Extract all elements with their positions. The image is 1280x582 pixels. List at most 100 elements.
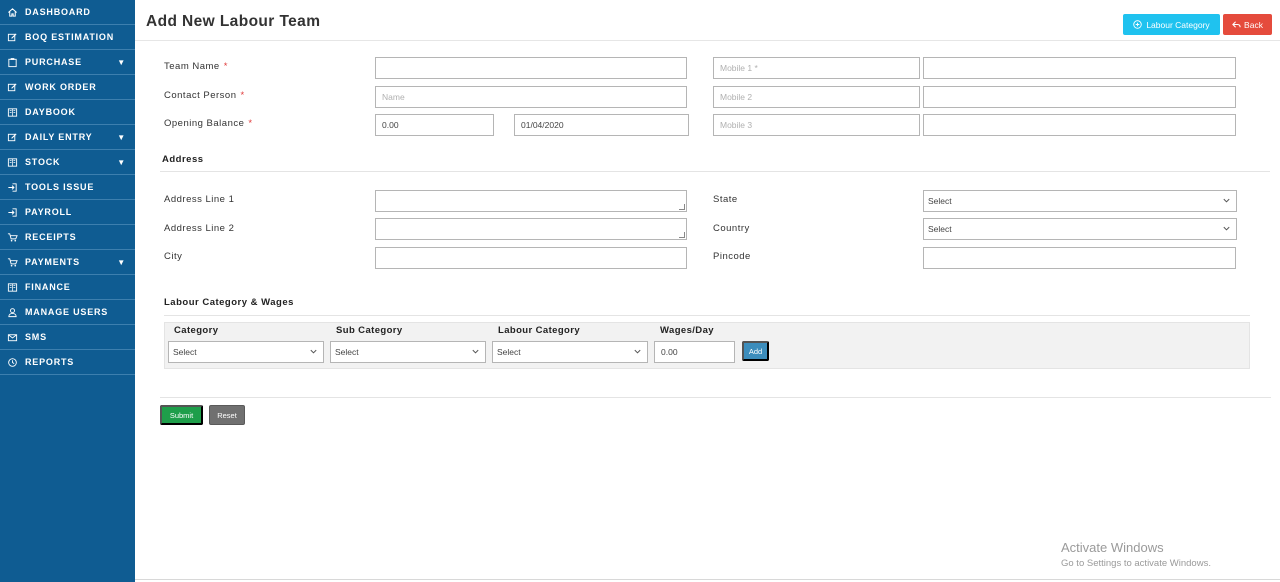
labour-category-button-label: Labour Category [1146,19,1210,30]
sidebar-item-label: SMS [25,332,47,342]
mobile3-input[interactable]: Mobile 3 [713,114,920,136]
sidebar-item-purchase[interactable]: PURCHASE ▼ [0,50,135,75]
state-select[interactable]: Select [923,190,1237,212]
contact-person-input[interactable]: Name [375,86,687,108]
wages-per-day-header: Wages/Day [660,325,714,336]
address-divider [160,171,1270,172]
edit-icon [6,31,18,43]
sidebar-item-label: DAILY ENTRY [25,132,93,142]
chevron-down-icon [1223,198,1230,203]
city-input[interactable] [375,247,687,269]
sidebar-item-label: RECEIPTS [25,232,77,242]
home-icon [6,6,18,18]
sidebar-item-label: WORK ORDER [25,82,97,92]
sidebar-item-label: PAYROLL [25,207,73,217]
sidebar-item-label: TOOLS ISSUE [25,182,95,192]
back-button-label: Back [1244,19,1263,30]
country-select-value: Select [928,224,952,234]
activate-windows-subtitle: Go to Settings to activate Windows. [1061,558,1211,569]
sidebar-item-label: FINANCE [25,282,71,292]
sidebar-item-label: DASHBOARD [25,7,91,17]
clipboard-icon [6,56,18,68]
chevron-down-icon [1223,226,1230,231]
envelope-icon [6,331,18,343]
labour-category-button[interactable]: Labour Category [1123,14,1220,35]
category-select-value: Select [173,347,197,357]
address-section-title: Address [162,154,204,165]
sidebar-item-finance[interactable]: FINANCE [0,275,135,300]
team-name-label: Team Name * [164,61,228,72]
sidebar-item-boq-estimation[interactable]: BOQ ESTIMATION [0,25,135,50]
mobile2-extra-input[interactable] [923,86,1236,108]
country-select[interactable]: Select [923,218,1237,240]
sign-in-icon [6,206,18,218]
page-title: Add New Labour Team [146,13,321,30]
book-icon [6,106,18,118]
address-line1-label: Address Line 1 [164,194,235,205]
book-icon [6,281,18,293]
wages-per-day-input[interactable]: 0.00 [654,341,735,363]
sub-category-select[interactable]: Select [330,341,486,363]
caret-down-icon: ▼ [117,258,126,267]
chevron-down-icon [310,349,317,354]
sidebar-item-work-order[interactable]: WORK ORDER [0,75,135,100]
mobile2-input[interactable]: Mobile 2 [713,86,920,108]
cart-icon [6,256,18,268]
main-content: Add New Labour Team Labour Category Back… [135,0,1280,582]
pincode-input[interactable] [923,247,1236,269]
actions-divider [160,397,1271,398]
chevron-down-icon [634,349,641,354]
mobile1-input[interactable]: Mobile 1 * [713,57,920,79]
sidebar-item-payments[interactable]: PAYMENTS ▼ [0,250,135,275]
sub-category-header: Sub Category [336,325,403,336]
footer-divider [135,579,1280,580]
wages-section-title: Labour Category & Wages [164,297,294,308]
team-name-input[interactable] [375,57,687,79]
back-button[interactable]: Back [1223,14,1272,35]
sub-category-select-value: Select [335,347,359,357]
plus-circle-icon [1133,20,1143,29]
mobile1-extra-input[interactable] [923,57,1236,79]
sidebar-item-manage-users[interactable]: MANAGE USERS [0,300,135,325]
sidebar-item-label: PAYMENTS [25,257,80,267]
labour-category-select[interactable]: Select [492,341,648,363]
sidebar-item-tools-issue[interactable]: TOOLS ISSUE [0,175,135,200]
sidebar-item-sms[interactable]: SMS [0,325,135,350]
sidebar-item-reports[interactable]: REPORTS [0,350,135,375]
sidebar-item-label: STOCK [25,157,61,167]
sidebar-item-stock[interactable]: STOCK ▼ [0,150,135,175]
address-line1-textarea[interactable] [375,190,687,212]
state-label: State [713,194,738,205]
book-icon [6,156,18,168]
submit-button[interactable]: Submit [160,405,203,425]
mobile3-extra-input[interactable] [923,114,1236,136]
activate-windows-title: Activate Windows [1061,540,1164,555]
reset-button[interactable]: Reset [209,405,245,425]
add-wage-button[interactable]: Add [742,341,769,361]
edit-icon [6,131,18,143]
caret-down-icon: ▼ [117,58,126,67]
city-label: City [164,251,183,262]
sidebar-item-receipts[interactable]: RECEIPTS [0,225,135,250]
address-line2-textarea[interactable] [375,218,687,240]
reply-icon [1232,21,1241,28]
sidebar-item-label: REPORTS [25,357,75,367]
sidebar-item-label: MANAGE USERS [25,307,109,317]
sign-in-icon [6,181,18,193]
sidebar-item-daybook[interactable]: DAYBOOK [0,100,135,125]
opening-balance-input[interactable]: 0.00 [375,114,494,136]
caret-down-icon: ▼ [117,133,126,142]
sidebar-item-label: DAYBOOK [25,107,76,117]
sidebar: DASHBOARD BOQ ESTIMATION PURCHASE ▼ WORK ORD… [0,0,135,582]
sidebar-item-payroll[interactable]: PAYROLL [0,200,135,225]
cart-icon [6,231,18,243]
sidebar-item-dashboard[interactable]: DASHBOARD [0,0,135,25]
category-select[interactable]: Select [168,341,324,363]
chevron-down-icon [472,349,479,354]
contact-person-label: Contact Person * [164,90,245,101]
opening-date-input[interactable]: 01/04/2020 [514,114,689,136]
history-icon [6,356,18,368]
country-label: Country [713,223,750,234]
sidebar-item-daily-entry[interactable]: DAILY ENTRY ▼ [0,125,135,150]
sidebar-item-label: PURCHASE [25,57,82,67]
